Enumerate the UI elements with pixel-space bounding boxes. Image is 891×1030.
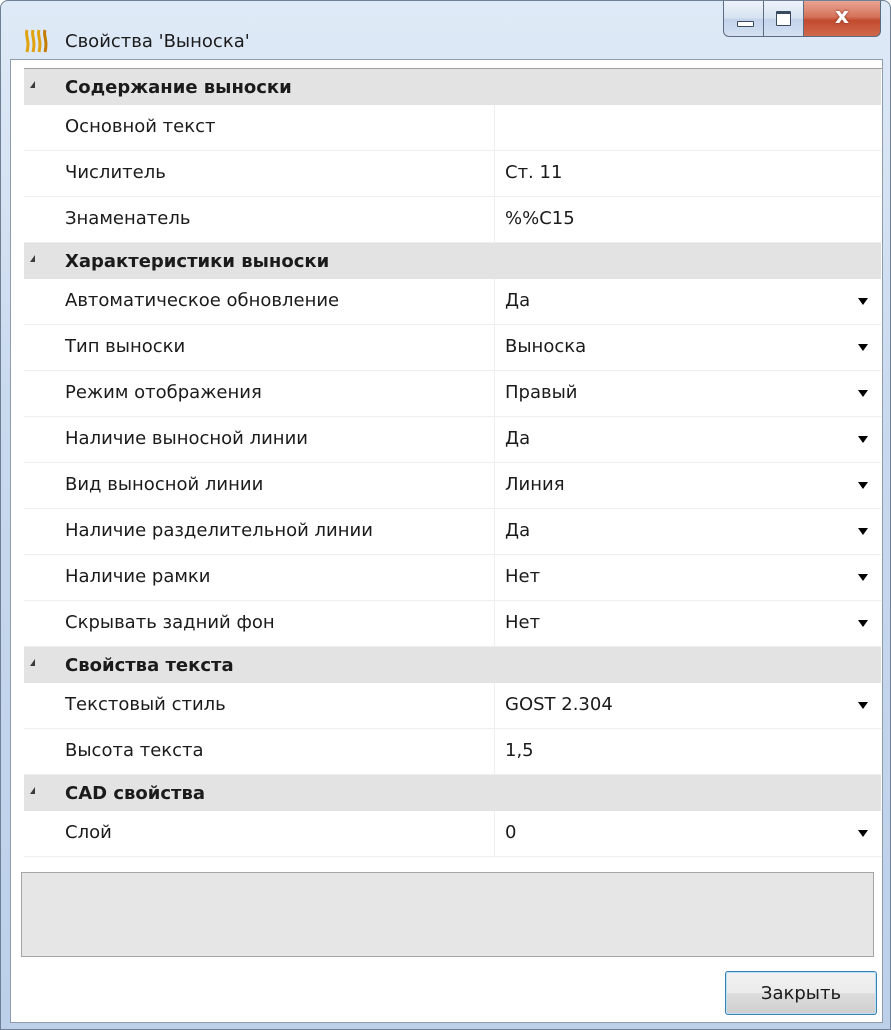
property-row[interactable]: Высота текста 1,5: [24, 729, 881, 775]
property-row[interactable]: Наличие рамки Нет: [24, 555, 881, 601]
property-name: Скрывать задний фон: [65, 612, 275, 633]
property-grid: Содержание выноски Основной текст Числител…: [24, 68, 883, 929]
property-value: GOST 2.304: [505, 694, 613, 715]
category-row[interactable]: Характеристики выноски: [24, 243, 881, 279]
chevron-down-icon[interactable]: [858, 830, 868, 837]
property-value-dropdown[interactable]: Правый: [494, 371, 882, 416]
property-value: 1,5: [505, 740, 534, 761]
chevron-down-icon[interactable]: [858, 574, 868, 581]
property-name: Наличие разделительной линии: [65, 520, 373, 541]
close-window-button[interactable]: x: [804, 1, 881, 37]
property-name: Числитель: [65, 162, 166, 183]
minimize-icon: [737, 21, 754, 27]
property-name: Наличие выносной линии: [65, 428, 308, 449]
category-label: CAD свойства: [65, 783, 206, 804]
property-value: %%C15: [505, 208, 575, 229]
app-icon: [25, 29, 48, 53]
property-value: Линия: [505, 474, 565, 495]
property-row[interactable]: Тип выноски Выноска: [24, 325, 881, 371]
property-row[interactable]: Режим отображения Правый: [24, 371, 881, 417]
property-row[interactable]: Наличие разделительной линии Да: [24, 509, 881, 555]
property-row[interactable]: Числитель Ст. 11: [24, 151, 881, 197]
collapse-arrow-icon[interactable]: [30, 787, 35, 794]
property-name: Наличие рамки: [65, 566, 211, 587]
close-icon: x: [834, 4, 850, 29]
property-row[interactable]: Знаменатель %%C15: [24, 197, 881, 243]
property-row[interactable]: Основной текст: [24, 105, 881, 151]
property-value-dropdown[interactable]: Линия: [494, 463, 882, 508]
window-client-area: Содержание выноски Основной текст Числител…: [10, 59, 883, 1023]
property-value: Ст. 11: [505, 162, 563, 183]
category-row[interactable]: CAD свойства: [24, 775, 881, 811]
property-value: Нет: [505, 612, 541, 633]
property-value-field[interactable]: %%C15: [494, 197, 882, 242]
collapse-arrow-icon[interactable]: [30, 81, 35, 88]
property-name: Автоматическое обновление: [65, 290, 340, 311]
property-row[interactable]: Скрывать задний фон Нет: [24, 601, 881, 647]
property-name: Вид выносной линии: [65, 474, 264, 495]
chevron-down-icon[interactable]: [858, 620, 868, 627]
property-value: Правый: [505, 382, 578, 403]
property-name: Режим отображения: [65, 382, 262, 403]
property-row[interactable]: Наличие выносной линии Да: [24, 417, 881, 463]
property-name: Основной текст: [65, 116, 216, 137]
collapse-arrow-icon[interactable]: [30, 659, 35, 666]
title-bar[interactable]: Свойства 'Выноска' x: [1, 1, 890, 59]
category-row[interactable]: Содержание выноски: [24, 69, 881, 105]
description-panel: [21, 872, 874, 957]
property-value-dropdown[interactable]: Нет: [494, 601, 882, 646]
property-value: Да: [505, 428, 531, 449]
property-value-dropdown[interactable]: Да: [494, 509, 882, 554]
close-button[interactable]: Закрыть: [725, 971, 877, 1015]
window-title: Свойства 'Выноска': [65, 31, 250, 52]
maximize-icon: [776, 11, 791, 26]
property-value-dropdown[interactable]: Да: [494, 417, 882, 462]
property-value: Выноска: [505, 336, 587, 357]
minimize-button[interactable]: [723, 1, 764, 37]
property-row[interactable]: Текстовый стиль GOST 2.304: [24, 683, 881, 729]
maximize-button[interactable]: [764, 1, 804, 37]
property-name: Текстовый стиль: [65, 694, 226, 715]
property-value-field[interactable]: Ст. 11: [494, 151, 882, 196]
property-value: Да: [505, 520, 531, 541]
category-label: Содержание выноски: [65, 77, 292, 98]
property-value-field[interactable]: [494, 105, 882, 150]
chevron-down-icon[interactable]: [858, 436, 868, 443]
properties-window: Свойства 'Выноска' x Содержание выноски О…: [0, 0, 891, 1030]
property-value-dropdown[interactable]: GOST 2.304: [494, 683, 882, 728]
chevron-down-icon[interactable]: [858, 298, 868, 305]
property-value-field[interactable]: 1,5: [494, 729, 882, 774]
property-value: Да: [505, 290, 531, 311]
chevron-down-icon[interactable]: [858, 702, 868, 709]
collapse-arrow-icon[interactable]: [30, 255, 35, 262]
property-name: Тип выноски: [65, 336, 186, 357]
category-label: Свойства текста: [65, 655, 234, 676]
property-name: Высота текста: [65, 740, 204, 761]
property-row[interactable]: Вид выносной линии Линия: [24, 463, 881, 509]
property-value-dropdown[interactable]: Нет: [494, 555, 882, 600]
chevron-down-icon[interactable]: [858, 390, 868, 397]
chevron-down-icon[interactable]: [858, 482, 868, 489]
property-row[interactable]: Автоматическое обновление Да: [24, 279, 881, 325]
property-value: 0: [505, 822, 517, 843]
category-label: Характеристики выноски: [65, 251, 330, 272]
property-value-dropdown[interactable]: 0: [494, 811, 882, 856]
property-value-dropdown[interactable]: Выноска: [494, 325, 882, 370]
caption-buttons: x: [723, 1, 881, 39]
chevron-down-icon[interactable]: [858, 344, 868, 351]
chevron-down-icon[interactable]: [858, 528, 868, 535]
category-row[interactable]: Свойства текста: [24, 647, 881, 683]
property-row[interactable]: Слой 0: [24, 811, 881, 857]
property-value: Нет: [505, 566, 541, 587]
property-name: Слой: [65, 822, 112, 843]
property-name: Знаменатель: [65, 208, 191, 229]
property-value-dropdown[interactable]: Да: [494, 279, 882, 324]
